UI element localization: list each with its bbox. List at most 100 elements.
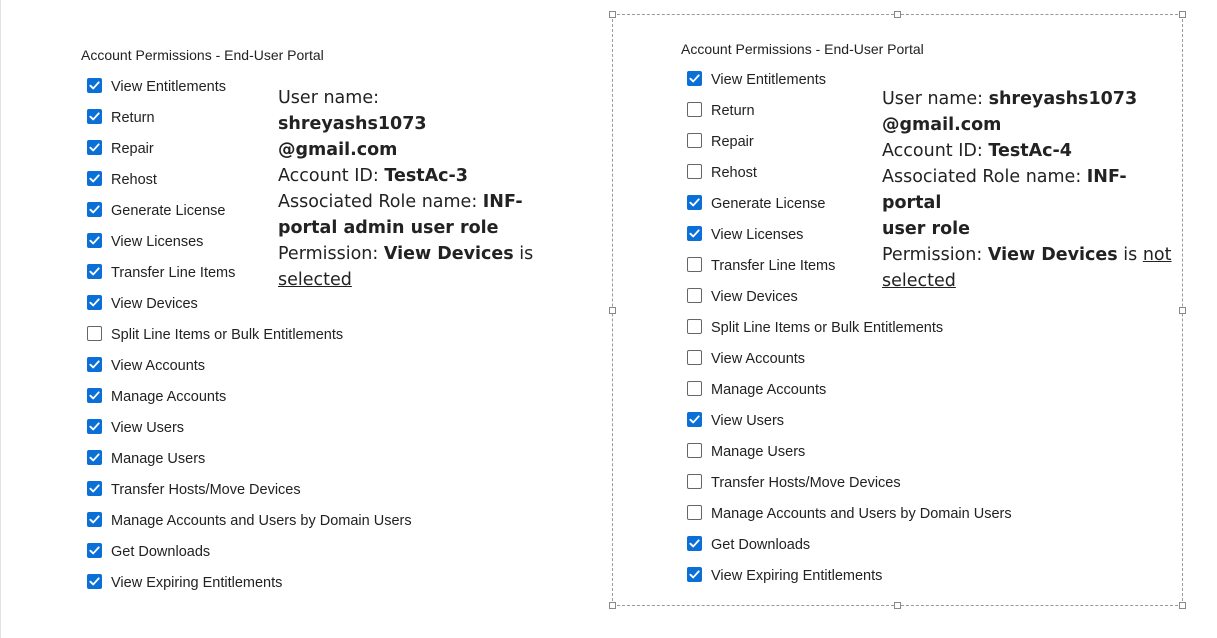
checkbox-checked[interactable] [87,450,102,465]
permission-label: Repair [111,141,154,157]
check-icon [89,515,100,524]
resize-handle-top-left[interactable] [609,11,616,18]
left-user-name-line: User name: shreyashs1073 [278,85,538,137]
permission-label: Manage Accounts and Users by Domain User… [711,506,1012,522]
check-icon [89,174,100,183]
check-icon [89,453,100,462]
checkbox-checked[interactable] [687,71,702,86]
checkbox-unchecked[interactable] [687,102,702,117]
permission-label: Manage Users [711,444,806,460]
checkbox-checked[interactable] [687,195,702,210]
permission-status: selected [278,270,352,290]
checkbox-checked[interactable] [87,357,102,372]
checkbox-checked[interactable] [87,140,102,155]
checkbox-checked[interactable] [87,419,102,434]
resize-handle-bottom-center[interactable] [894,602,901,609]
checkbox-unchecked[interactable] [687,257,702,272]
permission-label: Rehost [111,172,157,188]
checkbox-unchecked[interactable] [687,505,702,520]
permission-label: Manage Users [111,451,206,467]
user-name-domain: @gmail.com [882,115,1002,135]
permission-label: View Expiring Entitlements [111,575,283,591]
right-user-name-line: User name: shreyashs1073 [882,86,1182,112]
user-name-value: shreyashs1073 [988,89,1138,109]
checkbox-checked[interactable] [87,202,102,217]
checkbox-checked[interactable] [87,171,102,186]
resize-handle-middle-left[interactable] [609,307,616,314]
permission-label: Split Line Items or Bulk Entitlements [111,327,344,343]
role-value-cont: portal admin user role [278,218,499,238]
checkbox-unchecked[interactable] [87,326,102,341]
permission-label: View Licenses [111,234,204,250]
permission-label: View Accounts [111,358,206,374]
permission-label: Manage Accounts [111,389,227,405]
checkbox-checked[interactable] [87,78,102,93]
permission-label: Return [111,110,155,126]
permission-label: Repair [711,134,754,150]
check-icon [89,360,100,369]
right-permission-line: Permission: View Devices is not [882,242,1182,268]
checkbox-checked[interactable] [87,264,102,279]
check-icon [89,484,100,493]
check-icon [89,391,100,400]
check-icon [89,422,100,431]
checkbox-checked[interactable] [687,567,702,582]
checkbox-unchecked[interactable] [687,319,702,334]
check-icon [689,198,700,207]
left-panel-title: Account Permissions - End-User Portal [81,47,324,63]
checkbox-checked[interactable] [87,512,102,527]
permission-is: is [519,244,534,264]
check-icon [689,74,700,83]
checkbox-checked[interactable] [687,226,702,241]
permission-label: Get Downloads [111,544,211,560]
checkbox-checked[interactable] [87,233,102,248]
resize-handle-top-center[interactable] [894,11,901,18]
checkbox-checked[interactable] [87,481,102,496]
permission-label: Transfer Line Items [711,258,836,274]
permission-label: View Users [711,413,785,429]
checkbox-unchecked[interactable] [687,164,702,179]
check-icon [689,415,700,424]
checkbox-unchecked[interactable] [687,474,702,489]
resize-handle-middle-right[interactable] [1179,307,1186,314]
permission-label: Transfer Hosts/Move Devices [711,475,901,491]
permission-label: Transfer Line Items [111,265,236,281]
checkbox-checked[interactable] [87,574,102,589]
checkbox-checked[interactable] [87,109,102,124]
resize-handle-bottom-left[interactable] [609,602,616,609]
checkbox-unchecked[interactable] [687,288,702,303]
user-name-label: User name: [278,88,379,108]
checkbox-checked[interactable] [87,543,102,558]
checkbox-unchecked[interactable] [687,381,702,396]
checkbox-unchecked[interactable] [687,443,702,458]
permission-label: View Expiring Entitlements [711,568,883,584]
permission-status-not: not [1142,245,1172,265]
checkbox-checked[interactable] [687,412,702,427]
check-icon [689,570,700,579]
permission-label: Get Downloads [711,537,811,553]
permission-label: View Licenses [711,227,804,243]
checkbox-unchecked[interactable] [687,350,702,365]
permission-label: View Accounts [711,351,806,367]
right-panel-title: Account Permissions - End-User Portal [681,41,924,57]
permission-label: View Users [111,420,185,436]
checkbox-unchecked[interactable] [687,133,702,148]
account-id-label: Account ID: [278,166,379,186]
left-user-info: User name: shreyashs1073 @gmail.com Acco… [278,85,538,293]
page-left-border [0,0,1,638]
resize-handle-top-right[interactable] [1179,11,1186,18]
left-permission-line: Permission: View Devices is [278,241,538,267]
checkbox-checked[interactable] [87,388,102,403]
permission-label: Manage Accounts [711,382,827,398]
resize-handle-bottom-right[interactable] [1179,602,1186,609]
checkbox-checked[interactable] [87,295,102,310]
checkbox-checked[interactable] [687,536,702,551]
account-id-value: TestAc-3 [384,166,468,186]
permission-label: Split Line Items or Bulk Entitlements [711,320,944,336]
permission-is: is [1123,245,1138,265]
check-icon [89,298,100,307]
left-account-id-line: Account ID: TestAc-3 [278,163,538,189]
check-icon [89,81,100,90]
permission-label: View Devices [711,289,798,305]
check-icon [689,229,700,238]
